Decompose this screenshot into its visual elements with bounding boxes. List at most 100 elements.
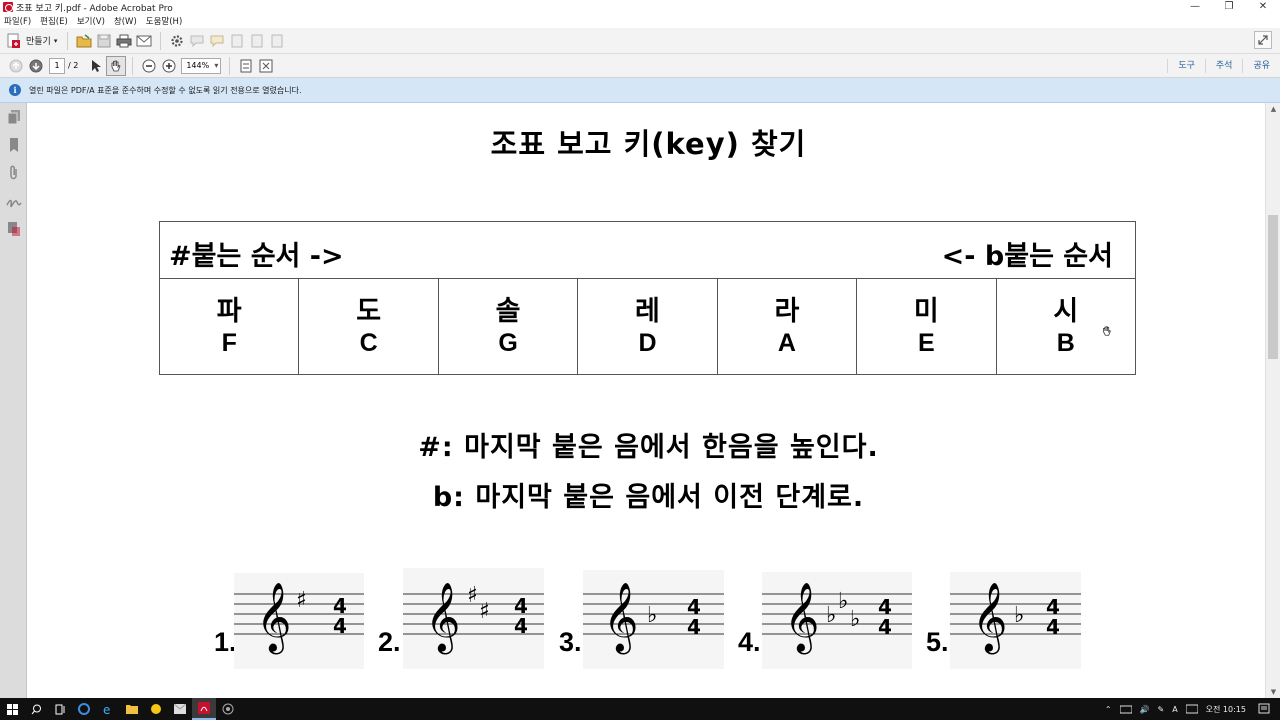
protect-button[interactable] — [267, 31, 287, 51]
envelope-icon — [174, 704, 186, 714]
ie-taskbar-button[interactable]: e — [96, 698, 120, 720]
sharp-symbol: ♯ — [467, 583, 478, 608]
search-icon — [31, 704, 41, 714]
mail-taskbar-button[interactable] — [168, 698, 192, 720]
search-button[interactable] — [24, 698, 48, 720]
tab-comments[interactable]: 주석 — [1204, 59, 1243, 73]
task-view-button[interactable] — [48, 698, 72, 720]
select-tool-button[interactable] — [86, 56, 106, 76]
page-thumbnails-button[interactable] — [0, 103, 27, 131]
document-viewport[interactable]: 조표 보고 키(key) 찾기 #붙는 순서 -> <- b붙는 순서 파F 도… — [28, 103, 1265, 698]
full-screen-button[interactable] — [256, 56, 276, 76]
fit-page-button[interactable] — [236, 56, 256, 76]
bookmarks-button[interactable] — [0, 131, 27, 159]
ime-indicator[interactable]: A — [1172, 705, 1177, 714]
expand-button[interactable] — [1254, 31, 1272, 49]
comment-icon — [190, 35, 204, 47]
start-button[interactable] — [0, 698, 24, 720]
fit-page-icon — [240, 59, 252, 72]
previous-page-button[interactable] — [6, 56, 26, 76]
pages-icon — [7, 110, 20, 125]
tab-tools[interactable]: 도구 — [1167, 59, 1205, 73]
treble-clef-icon: 𝄞 — [603, 582, 638, 654]
zoom-level-select[interactable]: 144% — [181, 57, 222, 74]
highlight-button[interactable] — [207, 31, 227, 51]
volume-icon[interactable]: 🔊 — [1140, 705, 1150, 714]
comment-button[interactable] — [187, 31, 207, 51]
edge-taskbar-button[interactable] — [72, 698, 96, 720]
flat-symbol: ♭ — [826, 603, 836, 628]
yellow-circle-icon — [151, 704, 161, 714]
acrobat-taskbar-button[interactable] — [192, 698, 216, 720]
toolbar-divider — [132, 56, 134, 75]
email-button[interactable] — [134, 31, 154, 51]
treble-clef-icon: 𝄞 — [256, 582, 291, 654]
window-controls: — ❐ ✕ — [1178, 0, 1280, 14]
zoom-out-button[interactable] — [139, 56, 159, 76]
close-button[interactable]: ✕ — [1246, 0, 1280, 14]
clock[interactable]: 오전 10:15 — [1206, 704, 1246, 715]
zoom-in-button[interactable] — [159, 56, 179, 76]
scroll-down-icon[interactable]: ▼ — [1266, 686, 1280, 698]
flat-symbol: ♭ — [838, 589, 848, 614]
menu-help[interactable]: 도움말(H) — [146, 15, 182, 27]
combine-button[interactable] — [247, 31, 267, 51]
record-icon — [222, 703, 234, 715]
time-signature-bottom: 4 — [687, 615, 701, 639]
settings-button[interactable] — [167, 31, 187, 51]
navigation-pane — [0, 103, 27, 698]
page-total: / 2 — [68, 61, 79, 70]
note-cell: 시B — [997, 279, 1135, 375]
sharp-order-label: #붙는 순서 -> — [169, 241, 344, 272]
tab-share[interactable]: 공유 — [1242, 59, 1280, 73]
attachments-button[interactable] — [0, 159, 27, 187]
plus-circle-icon — [162, 59, 176, 72]
note-letter: C — [359, 329, 378, 357]
menu-window[interactable]: 창(W) — [114, 15, 137, 27]
minimize-button[interactable]: — — [1178, 0, 1212, 14]
recorder-taskbar-button[interactable] — [216, 698, 240, 720]
save-button[interactable] — [94, 31, 114, 51]
pen-icon[interactable]: ✎ — [1157, 705, 1164, 714]
envelope-icon — [136, 35, 152, 46]
network-icon[interactable] — [1119, 704, 1132, 714]
layers-button[interactable] — [0, 215, 27, 243]
print-button[interactable] — [114, 31, 134, 51]
highlighter-icon — [210, 35, 224, 47]
document-icon — [231, 34, 243, 47]
svg-text:e: e — [103, 703, 110, 715]
note-letter: A — [777, 329, 796, 357]
next-page-button[interactable] — [26, 56, 46, 76]
vertical-scrollbar[interactable]: ▲ ▼ — [1265, 103, 1280, 698]
hand-cursor-icon — [1102, 326, 1111, 336]
chevron-up-icon[interactable]: ⌃ — [1105, 705, 1112, 714]
create-button[interactable]: 만들기 ▾ — [6, 31, 57, 51]
table-header-row: #붙는 순서 -> <- b붙는 순서 — [160, 222, 1135, 279]
page-number-input[interactable]: 1 — [49, 57, 65, 74]
scrollbar-thumb[interactable] — [1268, 215, 1278, 359]
app-taskbar-button[interactable] — [144, 698, 168, 720]
signatures-button[interactable] — [0, 187, 27, 215]
flat-symbol: ♭ — [1014, 603, 1024, 628]
info-message: 열린 파일은 PDF/A 표준을 준수하며 수정할 수 없도록 읽기 전용으로 … — [29, 85, 302, 95]
key-signature-order-table: #붙는 순서 -> <- b붙는 순서 파F 도C 솔G 레D 라A 미E 시B — [159, 221, 1136, 375]
info-icon: i — [9, 84, 21, 96]
arrow-up-icon — [9, 59, 23, 72]
keyboard-icon[interactable] — [1185, 704, 1198, 714]
restore-button[interactable]: ❐ — [1212, 0, 1246, 14]
signature-icon — [5, 199, 22, 208]
menu-edit[interactable]: 편집(E) — [40, 15, 68, 27]
flat-symbol: ♭ — [850, 607, 860, 632]
open-folder-button[interactable] — [74, 31, 94, 51]
menu-view[interactable]: 보기(V) — [77, 15, 105, 27]
flat-order-label: <- b붙는 순서 — [941, 241, 1113, 272]
menu-file[interactable]: 파일(F) — [4, 15, 31, 27]
note-letter: G — [498, 329, 518, 357]
file-explorer-button[interactable] — [120, 698, 144, 720]
key-signature-staff: 𝄞 ♭ ♭ ♭ 4 4 — [762, 572, 912, 669]
notification-icon[interactable] — [1258, 703, 1270, 715]
export-button[interactable] — [227, 31, 247, 51]
hand-tool-button[interactable] — [106, 55, 127, 76]
quiz-number: 4. — [738, 627, 761, 657]
scroll-up-icon[interactable]: ▲ — [1266, 103, 1280, 115]
